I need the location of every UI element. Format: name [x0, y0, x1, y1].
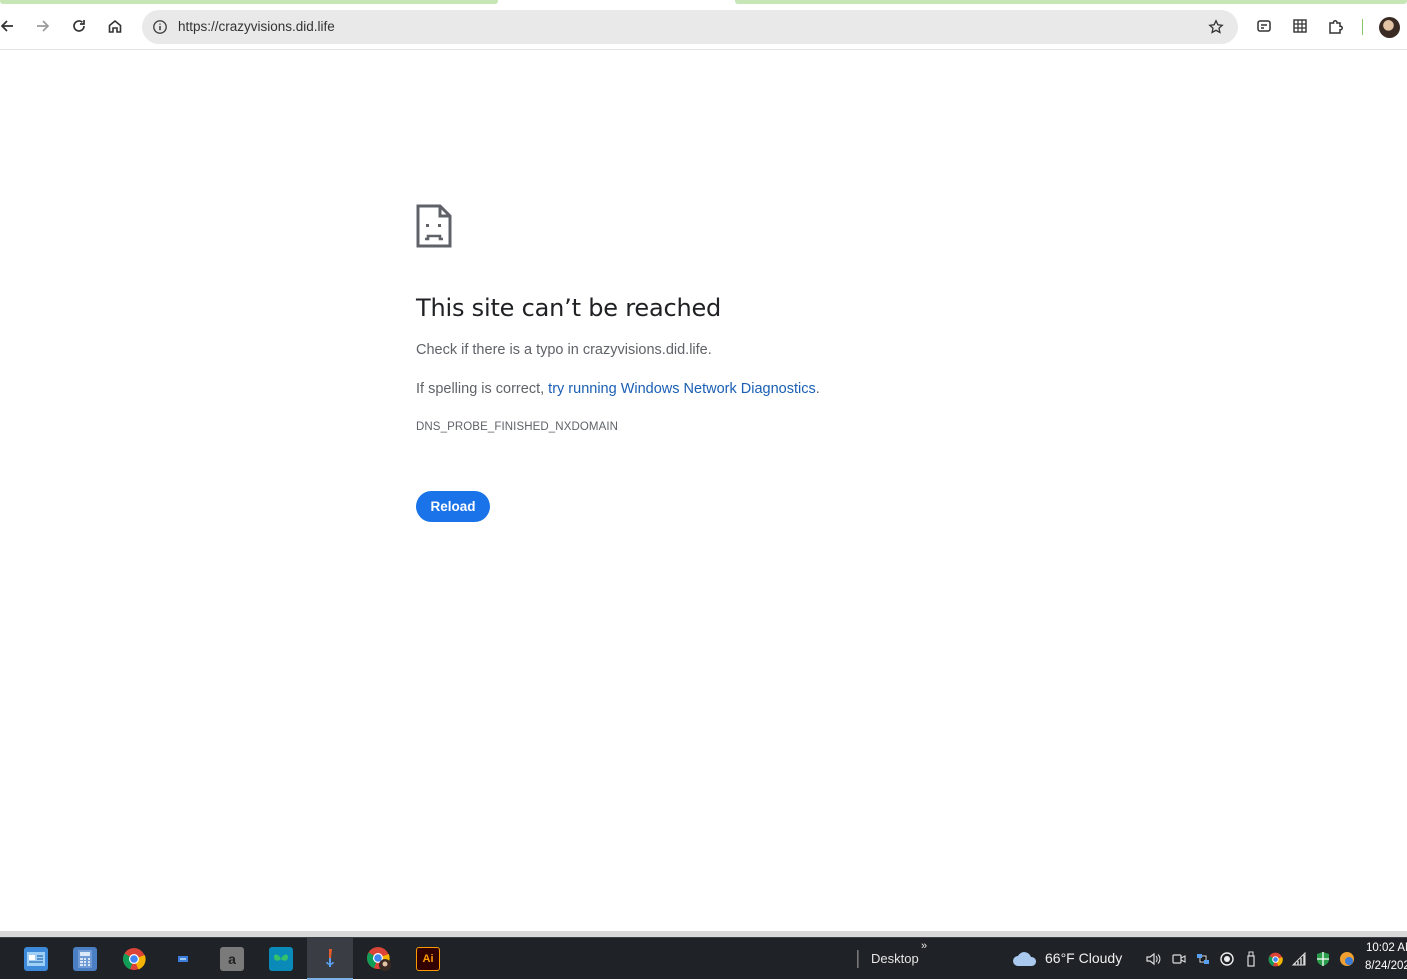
star-icon[interactable]	[1204, 15, 1228, 39]
cloud-icon[interactable]	[1012, 950, 1038, 968]
taskbar: a Ai Desktop » 66°F Cloudy 10:02 A 8/24/…	[0, 937, 1407, 980]
reload-icon	[73, 20, 85, 32]
toolbar-separator	[1362, 19, 1363, 35]
chrome-app[interactable]	[111, 938, 157, 980]
diagnostics-suffix: .	[815, 381, 820, 397]
info-circle-icon[interactable]	[148, 15, 172, 39]
extensions-icon[interactable]	[1321, 11, 1351, 41]
grid-icon[interactable]	[1285, 11, 1315, 41]
wifi-icon[interactable]	[1290, 950, 1308, 968]
diagnostics-link[interactable]: try running Windows Network Diagnostics	[548, 381, 816, 397]
diagnostics-hint: If spelling is correct, try running Wind…	[416, 381, 820, 397]
chrome-profile-icon	[366, 947, 391, 971]
desktop-separator	[857, 950, 859, 968]
chrome-tray-icon[interactable]	[1266, 950, 1284, 968]
illustrator-app[interactable]: Ai	[405, 938, 451, 980]
network-share-icon[interactable]	[1194, 950, 1212, 968]
avatar[interactable]	[1379, 17, 1400, 38]
chevron-right-icon[interactable]: »	[921, 940, 927, 952]
clock-time[interactable]: 10:02 AM	[1366, 942, 1407, 954]
remote-desktop-icon	[178, 956, 188, 962]
color-icon[interactable]	[1338, 950, 1356, 968]
diagnostics-prefix: If spelling is correct,	[416, 381, 549, 397]
remote-app[interactable]	[160, 938, 206, 980]
pinned-app[interactable]	[307, 938, 353, 980]
explorer-icon	[24, 947, 48, 971]
address-bar[interactable]: https://crazyvisions.did.life	[142, 10, 1238, 44]
extension-puzzle-icon[interactable]	[1249, 11, 1279, 41]
error-code: DNS_PROBE_FINISHED_NXDOMAIN	[416, 421, 619, 433]
butterfly-app[interactable]	[258, 938, 304, 980]
amazon-icon: a	[220, 947, 244, 971]
arrow-left-icon	[0, 20, 13, 32]
sad-document-icon	[416, 204, 452, 248]
security-icon[interactable]	[1314, 950, 1332, 968]
reload-button[interactable]	[64, 11, 94, 41]
arrow-right-icon	[37, 20, 50, 32]
error-page: This site can’t be reached Check if ther…	[0, 51, 1407, 931]
reload-page-button[interactable]: Reload	[416, 491, 490, 522]
calculator-icon	[73, 947, 97, 971]
butterfly-icon	[269, 947, 293, 971]
weather-text[interactable]: 66°F Cloudy	[1045, 950, 1122, 966]
home-button[interactable]	[100, 11, 130, 41]
typo-hint: Check if there is a typo in crazyvisions…	[416, 342, 712, 358]
page-title: This site can’t be reached	[416, 294, 722, 322]
chrome-profile-app[interactable]	[356, 938, 402, 980]
record-icon[interactable]	[1218, 950, 1236, 968]
url-text[interactable]: https://crazyvisions.did.life	[178, 19, 335, 34]
back-button[interactable]	[0, 11, 22, 41]
usb-icon[interactable]	[1242, 950, 1260, 968]
volume-icon[interactable]	[1144, 950, 1162, 968]
clock-date[interactable]: 8/24/2023	[1365, 960, 1407, 972]
meet-icon[interactable]	[1170, 950, 1188, 968]
forward-button[interactable]	[28, 11, 58, 41]
browser-toolbar: https://crazyvisions.did.life	[0, 4, 1407, 50]
pin-tool-icon	[326, 949, 334, 967]
home-icon	[108, 19, 122, 33]
chrome-icon	[122, 948, 146, 970]
desktop-toolbar-label[interactable]: Desktop	[871, 951, 919, 966]
explorer-app[interactable]	[13, 938, 59, 980]
illustrator-icon: Ai	[416, 947, 440, 971]
calculator-app[interactable]	[62, 938, 108, 980]
amazon-app[interactable]: a	[209, 938, 255, 980]
